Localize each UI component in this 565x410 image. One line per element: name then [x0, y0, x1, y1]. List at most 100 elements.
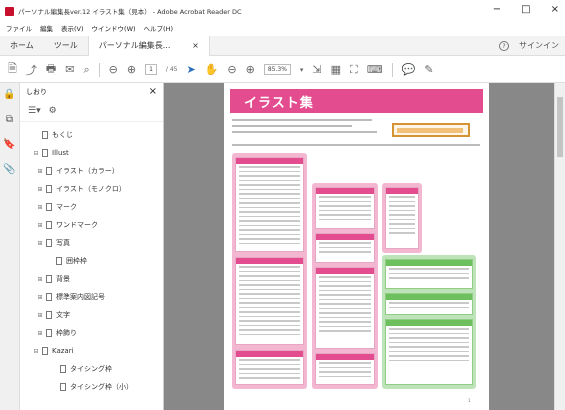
bookmark-tree: もくじ ⊟ Illust ⊞ イラスト（カラー） ⊞ イラスト（モノクロ） ⊞ … [20, 122, 163, 396]
menu-bar: ファイル 編集 表示(V) ウインドウ(W) ヘルプ(H) [0, 22, 565, 34]
document-viewport[interactable]: イラスト集 1 [164, 83, 554, 410]
search-icon[interactable]: ⌕ [83, 63, 89, 77]
bookmark-expander[interactable]: ⊟ [32, 150, 40, 157]
zoom-dropdown-icon[interactable]: ▾ [300, 66, 304, 74]
bookmarks-icon[interactable]: 🔖 [3, 139, 15, 150]
bookmark-item-timing-frame[interactable]: タイシング枠 [20, 360, 163, 378]
bookmark-item-wand-mark[interactable]: ⊞ ワンドマーク [20, 216, 163, 234]
bookmarks-panel: しおり × ☰▾ ⚙ もくじ ⊟ Illust ⊞ イラスト（カラー） ⊞ イラ… [20, 83, 164, 410]
bookmark-icon [46, 203, 52, 211]
bookmark-expander[interactable]: ⊞ [36, 276, 44, 283]
acrobat-app-icon [5, 6, 14, 16]
hand-tool-icon[interactable]: ✋ [205, 63, 219, 76]
bookmark-item-timing-frame-small[interactable]: タイシング枠（小） [20, 378, 163, 396]
help-icon[interactable]: ? [499, 40, 509, 51]
select-cursor-icon[interactable]: ➤ [186, 63, 195, 76]
toolbar-divider-2 [391, 62, 393, 77]
bookmark-item-illust-color[interactable]: ⊞ イラスト（カラー） [20, 162, 163, 180]
fullscreen-icon[interactable]: ⛶ [350, 63, 358, 77]
bookmark-label: もくじ [52, 131, 73, 139]
print-icon[interactable]: 🖶 [46, 60, 56, 79]
bookmark-expander[interactable]: ⊞ [36, 204, 44, 211]
bookmark-icon [56, 257, 62, 265]
bookmark-expander[interactable]: ⊞ [36, 294, 44, 301]
page-number-input[interactable]: 1 [145, 64, 157, 75]
tab-document[interactable]: パーソナル編集長... × [87, 35, 210, 56]
bookmark-item-frame[interactable]: 囲枠枠 [20, 252, 163, 270]
bookmark-label: 文字 [56, 311, 70, 319]
bookmark-expander[interactable]: ⊞ [36, 186, 44, 193]
bookmark-item-illust-mono[interactable]: ⊞ イラスト（モノクロ） [20, 180, 163, 198]
bookmark-expander[interactable]: ⊞ [36, 240, 44, 247]
toolbar: 🗎 ⤴ 🖶 ✉ ⌕ ⊖ ⊕ 1 / 45 ➤ ✋ ⊖ ⊕ 85.3% ▾ ⇲ ▦… [0, 57, 565, 83]
left-navigation-rail: 🔒 ⧉ 🔖 📎 [0, 83, 20, 410]
bookmark-item-illust[interactable]: ⊟ Illust [20, 144, 163, 162]
keyboard-icon[interactable]: ⌨ [367, 63, 383, 76]
bookmark-item-decoration[interactable]: ⊞ 枠飾り [20, 324, 163, 342]
lock-icon[interactable]: 🔒 [3, 89, 15, 100]
title-bar: パーソナル編集長ver.12 イラスト集（見本） - Adobe Acrobat… [0, 0, 565, 22]
toolbar-divider [98, 62, 100, 77]
email-icon[interactable]: ✉ [65, 63, 74, 76]
scrollbar-thumb[interactable] [557, 97, 563, 157]
bookmark-icon [46, 167, 52, 175]
bookmark-item-contents[interactable]: もくじ [20, 126, 163, 144]
fit-page-icon[interactable]: ⇲ [312, 63, 321, 76]
bookmark-label: 写真 [56, 239, 70, 247]
maximize-button[interactable]: □ [521, 4, 530, 15]
tab-close-button[interactable]: × [192, 36, 199, 56]
legend-box [392, 123, 470, 137]
bookmark-expander[interactable]: ⊞ [36, 312, 44, 319]
create-pdf-icon[interactable]: 🗎 [8, 60, 17, 79]
page-banner: イラスト集 [230, 89, 483, 113]
bookmark-icon [46, 275, 52, 283]
bookmark-expander[interactable]: ⊞ [36, 168, 44, 175]
bookmark-item-guide-symbols[interactable]: ⊞ 標準案内図記号 [20, 288, 163, 306]
bookmark-item-photo[interactable]: ⊞ 写真 [20, 234, 163, 252]
zoom-level-input[interactable]: 85.3% [263, 64, 291, 75]
zoom-in-icon[interactable]: ⊕ [246, 63, 255, 76]
bookmark-item-background[interactable]: ⊞ 背景 [20, 270, 163, 288]
menu-window[interactable]: ウインドウ(W) [92, 23, 136, 33]
category-card [235, 350, 304, 385]
attachments-icon[interactable]: 📎 [3, 164, 15, 175]
zoom-out-icon[interactable]: ⊖ [227, 63, 236, 76]
category-card [315, 233, 375, 263]
comment-icon[interactable]: 💬 [402, 63, 416, 76]
page-number: 1 [468, 398, 471, 403]
close-window-button[interactable]: × [551, 4, 559, 15]
tab-tools[interactable]: ツール [44, 36, 88, 56]
bookmark-icon [46, 239, 52, 247]
bookmark-label: イラスト（モノクロ） [56, 185, 126, 193]
bookmark-item-text[interactable]: ⊞ 文字 [20, 306, 163, 324]
scroll-mode-icon[interactable]: ▦ [331, 63, 341, 76]
upload-icon[interactable]: ⤴ [26, 62, 37, 78]
category-column [312, 183, 378, 389]
menu-help[interactable]: ヘルプ(H) [144, 23, 173, 33]
bookmark-expander[interactable]: ⊟ [32, 348, 40, 355]
bookmark-expander[interactable]: ⊞ [36, 222, 44, 229]
prev-page-icon[interactable]: ⊖ [109, 63, 118, 76]
bookmark-item-mark[interactable]: ⊞ マーク [20, 198, 163, 216]
minimize-button[interactable]: − [493, 4, 501, 15]
signin-link[interactable]: サインイン [519, 40, 559, 51]
pages-thumbnail-icon[interactable]: ⧉ [6, 114, 13, 125]
bookmark-icon [46, 185, 52, 193]
tab-document-label: パーソナル編集長... [98, 40, 171, 50]
menu-edit[interactable]: 編集 [40, 23, 53, 33]
pen-icon[interactable]: ✎ [424, 63, 433, 76]
intro-text-block [232, 119, 382, 137]
options-menu-icon[interactable]: ☰▾ [28, 106, 41, 116]
bookmarks-header: しおり × [20, 83, 163, 100]
next-page-icon[interactable]: ⊕ [127, 63, 136, 76]
menu-view[interactable]: 表示(V) [61, 23, 84, 33]
bookmark-label: 標準案内図記号 [56, 293, 105, 301]
tab-home[interactable]: ホーム [0, 36, 44, 56]
bookmark-item-kazari[interactable]: ⊟ Kazari [20, 342, 163, 360]
menu-file[interactable]: ファイル [6, 23, 32, 33]
vertical-scrollbar[interactable] [554, 83, 565, 410]
close-panel-button[interactable]: × [149, 86, 157, 97]
bookmark-label: ワンドマーク [56, 221, 98, 229]
bookmark-expander[interactable]: ⊞ [36, 330, 44, 337]
bookmark-settings-icon[interactable]: ⚙ [49, 106, 57, 116]
